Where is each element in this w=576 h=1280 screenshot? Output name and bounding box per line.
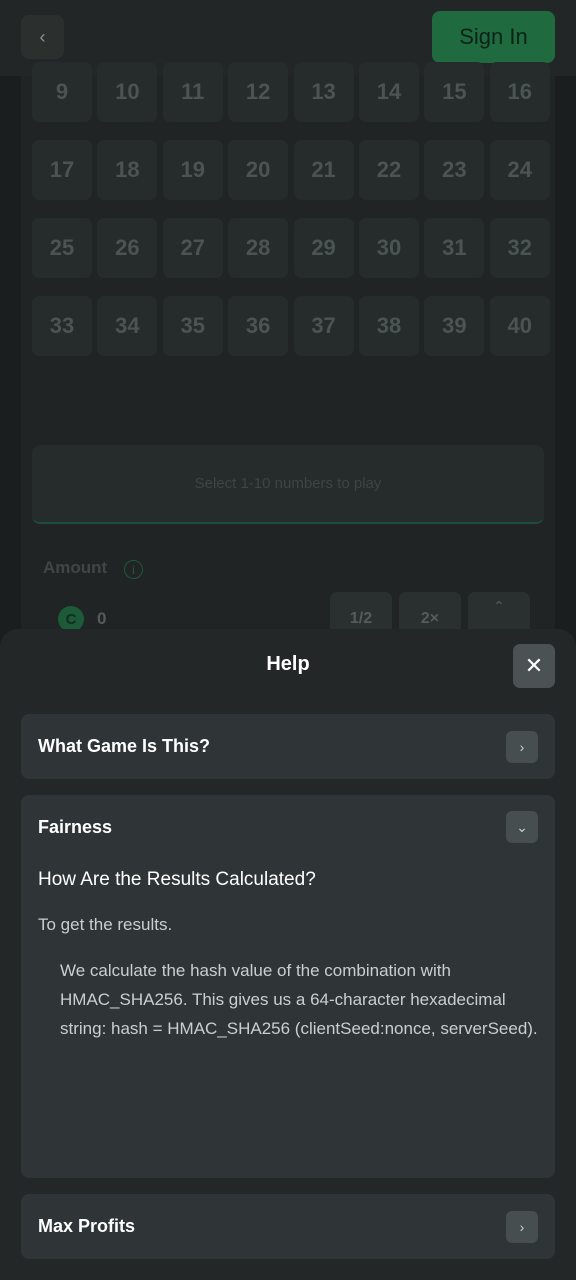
amount-input[interactable]: 0	[97, 609, 106, 629]
number-cell[interactable]: 34	[97, 296, 158, 356]
number-cell[interactable]: 16	[489, 62, 550, 122]
number-cell[interactable]: 21	[293, 140, 354, 200]
amount-label: Amount	[43, 558, 108, 577]
number-cell[interactable]: 37	[293, 296, 354, 356]
number-cell[interactable]: 38	[358, 296, 419, 356]
fairness-intro: To get the results.	[38, 915, 173, 934]
info-icon[interactable]: i	[124, 560, 143, 579]
number-cell[interactable]: 23	[424, 140, 485, 200]
chevron-down-icon[interactable]: ⌄	[506, 811, 538, 843]
accordion-title: Fairness	[38, 817, 113, 837]
number-cell[interactable]: 15	[424, 62, 485, 122]
number-cell[interactable]: 12	[228, 62, 289, 122]
accordion-max-profits[interactable]: Max Profits ›	[21, 1194, 555, 1259]
number-cell[interactable]: 19	[162, 140, 223, 200]
fairness-subtitle: How Are the Results Calculated?	[38, 869, 316, 890]
number-cell[interactable]: 28	[228, 218, 289, 278]
number-cell[interactable]: 33	[32, 296, 92, 356]
help-sheet: Help ✕ What Game Is This? › Fairness ⌄ H…	[0, 629, 576, 1280]
sign-in-button[interactable]: Sign In	[432, 11, 555, 63]
accordion-fairness[interactable]: Fairness ⌄ How Are the Results Calculate…	[21, 795, 555, 1178]
number-cell[interactable]: 14	[358, 62, 419, 122]
selection-hint: Select 1-10 numbers to play	[32, 445, 544, 524]
back-button[interactable]: ‹	[21, 15, 64, 59]
number-cell[interactable]: 13	[293, 62, 354, 122]
sheet-title: Help	[266, 653, 310, 675]
fairness-detail: We calculate the hash value of the combi…	[60, 961, 538, 1038]
number-cell[interactable]: 18	[97, 140, 158, 200]
chevron-right-icon[interactable]: ›	[506, 731, 538, 763]
number-cell[interactable]: 22	[358, 140, 419, 200]
number-cell[interactable]: 35	[162, 296, 223, 356]
close-icon: ✕	[524, 653, 544, 678]
number-cell[interactable]: 32	[489, 218, 550, 278]
number-cell[interactable]: 26	[97, 218, 158, 278]
number-cell[interactable]: 40	[489, 296, 550, 356]
chevron-left-icon: ‹	[39, 26, 46, 47]
number-cell[interactable]: 9	[32, 62, 92, 122]
accordion-title: What Game Is This?	[38, 736, 211, 756]
number-cell[interactable]: 27	[162, 218, 223, 278]
number-cell[interactable]: 20	[228, 140, 289, 200]
number-grid: 9 10 11 12 13 14 15 16 17 18 19 20 21 22 23 24 25 26 27 28 2…	[32, 62, 550, 356]
number-cell[interactable]: 36	[228, 296, 289, 356]
close-button[interactable]: ✕	[513, 644, 555, 688]
accordion-what-game[interactable]: What Game Is This? ›	[21, 714, 555, 779]
accordion-title: Max Profits	[38, 1216, 136, 1236]
number-cell[interactable]: 24	[489, 140, 550, 200]
number-cell[interactable]: 30	[358, 218, 419, 278]
chevron-right-icon[interactable]: ›	[506, 1211, 538, 1243]
number-cell[interactable]: 39	[424, 296, 485, 356]
number-cell[interactable]: 11	[162, 62, 223, 122]
number-cell[interactable]: 31	[424, 218, 485, 278]
number-cell[interactable]: 29	[293, 218, 354, 278]
number-cell[interactable]: 10	[97, 62, 158, 122]
number-cell[interactable]: 17	[32, 140, 92, 200]
number-cell[interactable]: 25	[32, 218, 92, 278]
